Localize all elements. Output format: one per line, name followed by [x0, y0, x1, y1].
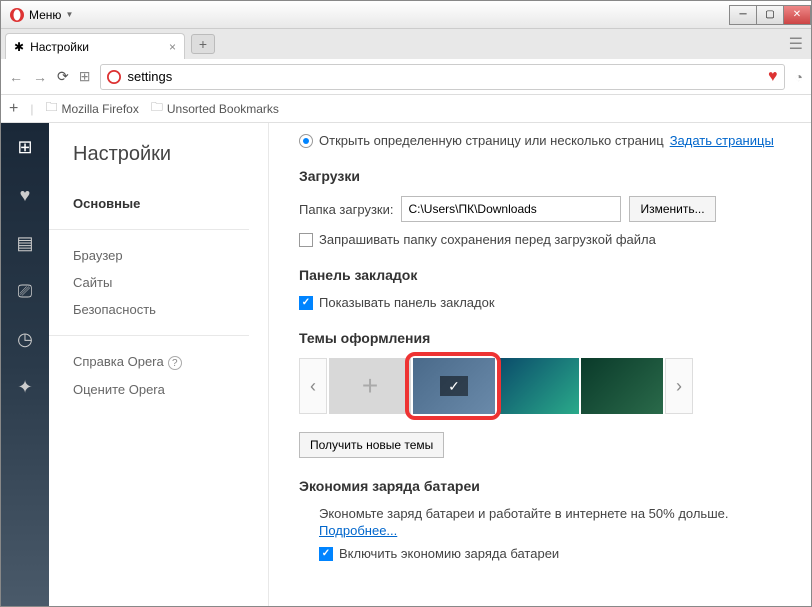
tab-close-button[interactable]: ×	[169, 40, 176, 54]
bookmark-folder[interactable]: 🗀Unsorted Bookmarks	[151, 98, 279, 119]
ask-folder-checkbox[interactable]	[299, 233, 313, 247]
get-themes-button[interactable]: Получить новые темы	[299, 432, 444, 458]
show-bookmarks-label: Показывать панель закладок	[319, 295, 495, 310]
theme-thumbnail-2[interactable]	[497, 358, 579, 414]
add-bookmark-button[interactable]: +	[9, 100, 18, 118]
speed-dial-icon[interactable]: ⊞	[13, 135, 37, 159]
startup-option-row: Открыть определенную страницу или нескол…	[299, 133, 791, 148]
menu-label: Меню	[29, 8, 61, 22]
nav-item-security[interactable]: Безопасность	[73, 296, 268, 323]
bookmark-folder[interactable]: 🗀Mozilla Firefox	[45, 98, 138, 119]
themes-carousel: ‹ + ✓ ›	[299, 358, 791, 414]
tab-bar: ✱ Настройки × + ☰	[1, 29, 811, 59]
maximize-button[interactable]: ▢	[756, 5, 784, 25]
theme-thumbnail-1[interactable]: ✓	[413, 358, 495, 414]
new-tab-button[interactable]: +	[191, 34, 215, 54]
address-input[interactable]	[127, 69, 762, 84]
ask-folder-label: Запрашивать папку сохранения перед загру…	[319, 232, 656, 247]
nav-item-sites[interactable]: Сайты	[73, 269, 268, 296]
downloads-heading: Загрузки	[299, 168, 791, 184]
extensions-icon[interactable]: ✦	[13, 375, 37, 399]
sidebar: ⊞ ♥ ▤ ⎚ ◷ ✦	[1, 123, 49, 606]
address-bar[interactable]: ♥	[100, 64, 784, 90]
folder-icon: 🗀	[45, 98, 57, 119]
window-controls: ─ ▢ ✕	[730, 5, 811, 25]
check-icon: ✓	[440, 376, 468, 396]
battery-enable-checkbox[interactable]	[319, 547, 333, 561]
battery-more-link[interactable]: Подробнее...	[319, 523, 397, 538]
download-folder-input[interactable]	[401, 196, 621, 222]
change-folder-button[interactable]: Изменить...	[629, 196, 715, 222]
navigation-bar: ← → ⟳ ⊞ ♥ ◔	[1, 59, 811, 95]
download-folder-label: Папка загрузки:	[299, 202, 393, 217]
heart-icon[interactable]: ♥	[768, 68, 778, 86]
radio-open-pages[interactable]	[299, 134, 313, 148]
gear-icon: ✱	[14, 40, 24, 54]
downloads-icon[interactable]: ◔	[795, 69, 803, 85]
nav-item-basic[interactable]: Основные	[73, 190, 268, 217]
reload-button[interactable]: ⟳	[57, 68, 69, 85]
tab-settings[interactable]: ✱ Настройки ×	[5, 33, 185, 59]
nav-item-help[interactable]: Справка Opera?	[73, 348, 268, 376]
nav-item-rate[interactable]: Оцените Opera	[73, 376, 268, 403]
tabs-icon[interactable]: ⎚	[13, 279, 37, 303]
speed-dial-button[interactable]: ⊞	[79, 68, 91, 85]
back-button[interactable]: ←	[9, 69, 23, 85]
close-button[interactable]: ✕	[783, 5, 811, 25]
opera-logo-icon	[9, 7, 25, 23]
bookmarks-heading: Панель закладок	[299, 267, 791, 283]
theme-add-button[interactable]: +	[329, 358, 411, 414]
main-panel: Открыть определенную страницу или нескол…	[269, 123, 811, 606]
folder-icon: 🗀	[151, 98, 163, 119]
help-icon: ?	[168, 356, 182, 370]
nav-item-browser[interactable]: Браузер	[73, 242, 268, 269]
window-titlebar: Меню ▼ ─ ▢ ✕	[1, 1, 811, 29]
minimize-button[interactable]: ─	[729, 5, 757, 25]
settings-navigation: Настройки Основные Браузер Сайты Безопас…	[49, 123, 269, 606]
set-pages-link[interactable]: Задать страницы	[670, 133, 774, 148]
forward-button[interactable]: →	[33, 69, 47, 85]
theme-prev-button[interactable]: ‹	[299, 358, 327, 414]
news-icon[interactable]: ▤	[13, 231, 37, 255]
themes-heading: Темы оформления	[299, 330, 791, 346]
battery-heading: Экономия заряда батареи	[299, 478, 791, 494]
settings-title: Настройки	[73, 143, 268, 166]
opera-menu-button[interactable]: Меню ▼	[1, 7, 81, 23]
history-icon[interactable]: ◷	[13, 327, 37, 351]
theme-thumbnail-3[interactable]	[581, 358, 663, 414]
battery-enable-label: Включить экономию заряда батареи	[339, 546, 559, 561]
theme-next-button[interactable]: ›	[665, 358, 693, 414]
battery-desc: Экономьте заряд батареи и работайте в ин…	[319, 506, 791, 521]
bookmarks-icon[interactable]: ♥	[13, 183, 37, 207]
show-bookmarks-checkbox[interactable]	[299, 296, 313, 310]
bookmarks-bar: + | 🗀Mozilla Firefox 🗀Unsorted Bookmarks	[1, 95, 811, 123]
tab-menu-button[interactable]: ☰	[789, 34, 803, 54]
chevron-down-icon: ▼	[65, 10, 73, 19]
radio-label: Открыть определенную страницу или нескол…	[319, 133, 664, 148]
opera-o-icon	[107, 70, 121, 84]
tab-title: Настройки	[30, 40, 89, 54]
